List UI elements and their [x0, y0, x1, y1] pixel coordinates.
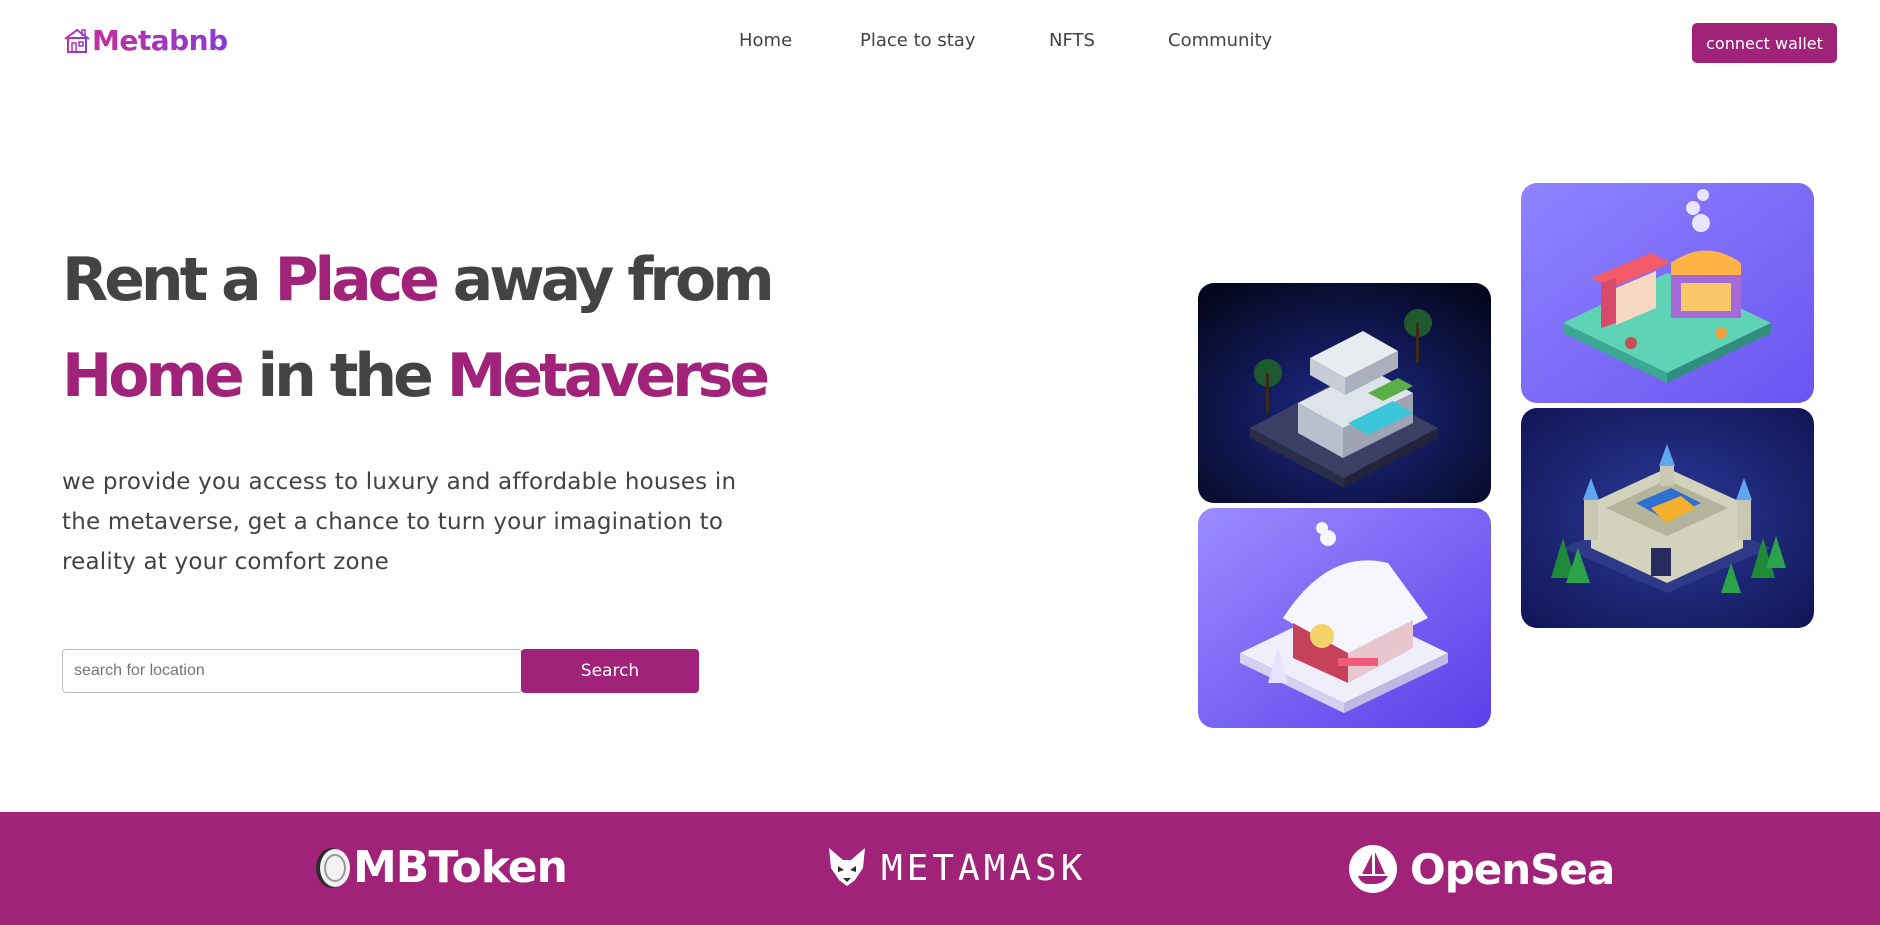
hero-title: Rent a Place away from Home in the Metave… — [62, 232, 822, 424]
search-input[interactable] — [62, 649, 522, 693]
market-stall-image — [1521, 183, 1814, 403]
title-accent: Home — [62, 341, 245, 411]
header: Metabnb Home Place to stay NFTS Communit… — [0, 0, 1880, 86]
title-accent: Place — [274, 245, 440, 315]
snow-cottage-image — [1198, 508, 1491, 728]
mbtoken-text: MBToken — [353, 842, 568, 893]
opensea-text: OpenSea — [1410, 844, 1615, 894]
opensea-boat-icon — [1349, 845, 1397, 893]
title-part: away from — [435, 245, 775, 315]
hero-description: we provide you access to luxury and affo… — [62, 469, 737, 575]
nav-nfts[interactable]: NFTS — [1049, 30, 1095, 51]
title-part: Rent a — [62, 245, 275, 315]
house-icon — [64, 28, 90, 53]
metamask-logo[interactable]: METAMASK — [825, 846, 1086, 890]
nav-home[interactable]: Home — [739, 30, 792, 51]
search-button[interactable]: Search — [521, 649, 699, 693]
title-part: in the — [240, 341, 447, 411]
mbtoken-coin-icon — [316, 847, 350, 888]
fox-icon — [829, 848, 865, 886]
partners-band: MBToken METAMASK OpenSea — [0, 812, 1880, 925]
modern-villa-image — [1198, 283, 1491, 503]
castle-image — [1521, 408, 1814, 628]
metamask-text: METAMASK — [881, 847, 1087, 889]
logo-text: Metabnb — [92, 24, 228, 57]
nav-place-to-stay[interactable]: Place to stay — [860, 30, 976, 51]
opensea-logo[interactable]: OpenSea — [1348, 844, 1615, 894]
connect-wallet-button[interactable]: connect wallet — [1692, 23, 1837, 63]
logo[interactable]: Metabnb — [62, 24, 228, 57]
title-accent: Metaverse — [446, 341, 770, 411]
mbtoken-logo[interactable]: MBToken — [313, 842, 568, 893]
nav-community[interactable]: Community — [1168, 30, 1272, 51]
